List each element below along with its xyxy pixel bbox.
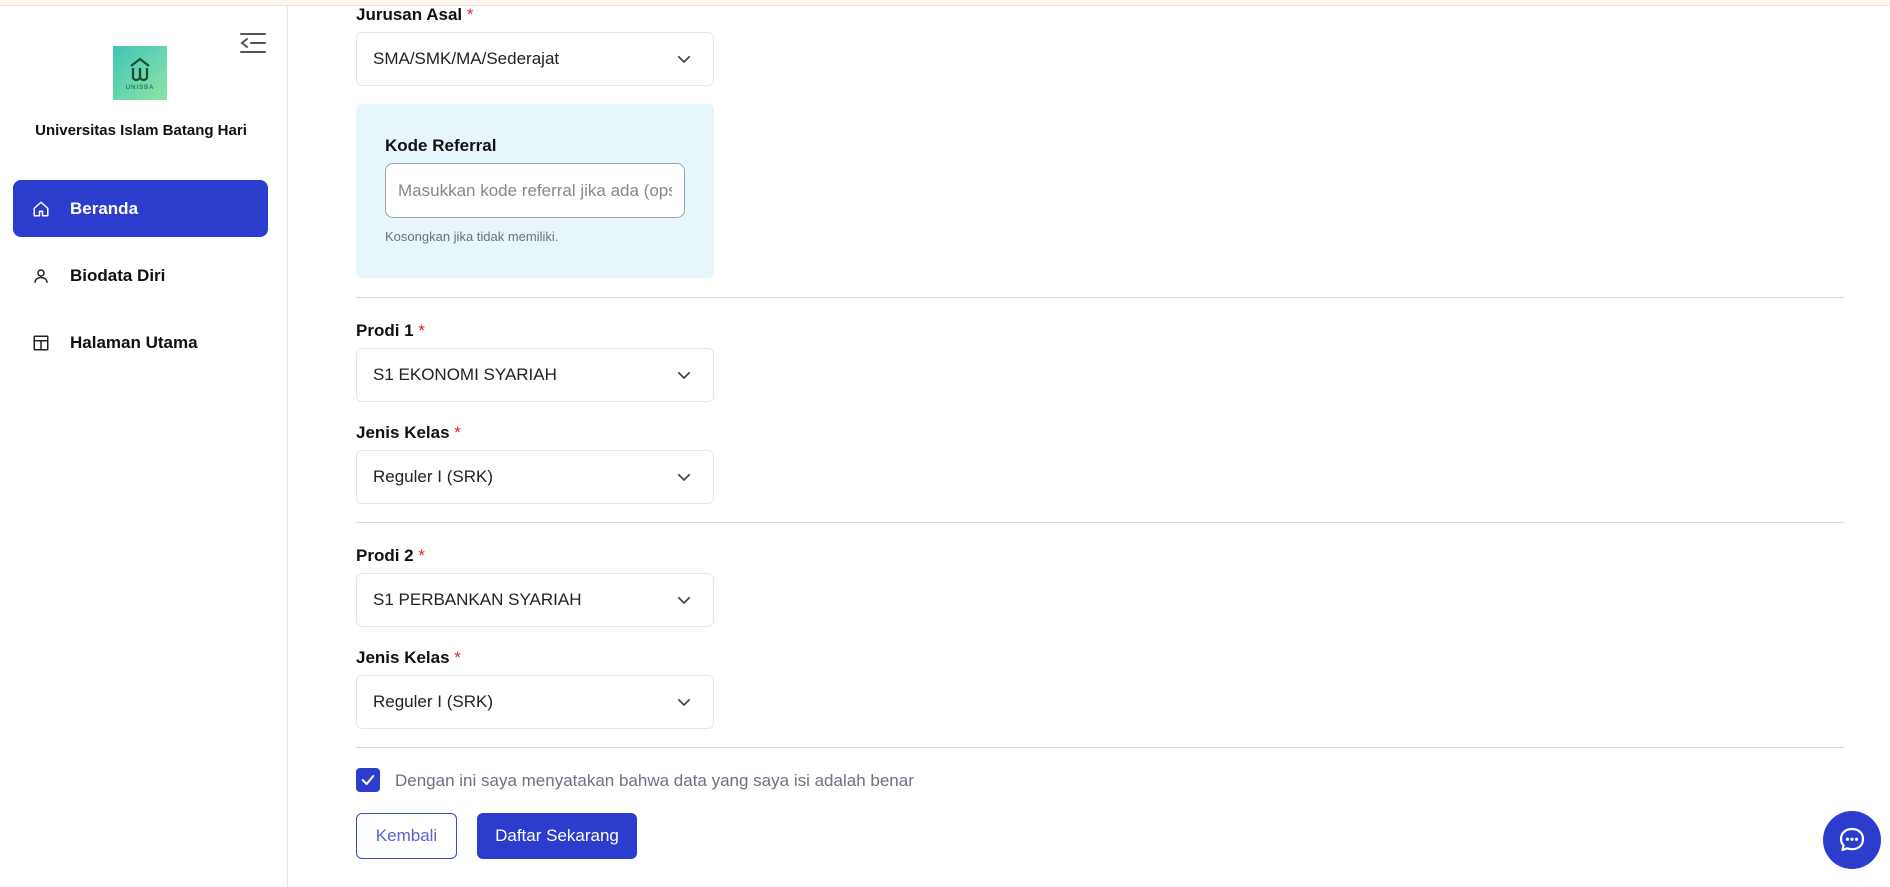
divider bbox=[356, 747, 1844, 748]
back-button[interactable]: Kembali bbox=[356, 813, 457, 859]
required-asterisk: * bbox=[466, 5, 474, 24]
jenis-kelas-1-label: Jenis Kelas * bbox=[356, 423, 461, 442]
prodi-1-select[interactable]: S1 EKONOMI SYARIAH bbox=[356, 348, 714, 402]
agreement-checkbox[interactable] bbox=[356, 768, 380, 792]
sidebar-nav: Beranda Biodata Diri Halaman Utama bbox=[13, 180, 268, 381]
logo-text: UNISBA bbox=[125, 84, 155, 91]
sidebar-item-label: Beranda bbox=[70, 198, 139, 218]
divider bbox=[356, 297, 1844, 298]
register-now-button[interactable]: Daftar Sekarang bbox=[477, 813, 637, 859]
sidebar: UNISBA Universitas Islam Batang Hari Ber… bbox=[0, 6, 288, 887]
home-icon bbox=[31, 199, 51, 219]
select-value: SMA/SMK/MA/Sederajat bbox=[373, 49, 560, 68]
chevron-down-icon bbox=[677, 371, 691, 379]
sidebar-item-halaman-utama[interactable]: Halaman Utama bbox=[13, 314, 268, 371]
chat-icon bbox=[1839, 827, 1865, 852]
jenis-kelas-1-select[interactable]: Reguler I (SRK) bbox=[356, 450, 714, 504]
sidebar-item-label: Halaman Utama bbox=[70, 332, 198, 352]
jurusan-asal-select[interactable]: SMA/SMK/MA/Sederajat bbox=[356, 32, 714, 86]
referral-panel: Kode Referral Kosongkan jika tidak memil… bbox=[356, 104, 714, 278]
select-value: Reguler I (SRK) bbox=[373, 467, 493, 486]
chevron-down-icon bbox=[677, 473, 691, 481]
select-value: S1 PERBANKAN SYARIAH bbox=[373, 590, 582, 609]
prodi-2-select[interactable]: S1 PERBANKAN SYARIAH bbox=[356, 573, 714, 627]
required-asterisk: * bbox=[454, 423, 461, 442]
required-asterisk: * bbox=[454, 648, 461, 667]
chevron-down-icon bbox=[677, 698, 691, 706]
chevron-down-icon bbox=[677, 596, 691, 604]
sidebar-item-beranda[interactable]: Beranda bbox=[13, 180, 268, 237]
prodi-2-label: Prodi 2 * bbox=[356, 546, 425, 565]
layout-icon bbox=[31, 333, 51, 353]
university-name: Universitas Islam Batang Hari bbox=[35, 122, 247, 139]
select-value: Reguler I (SRK) bbox=[373, 692, 493, 711]
select-value: S1 EKONOMI SYARIAH bbox=[373, 365, 557, 384]
user-icon bbox=[31, 266, 51, 286]
chevron-down-icon bbox=[677, 55, 691, 63]
divider bbox=[356, 522, 1844, 523]
prodi-1-label: Prodi 1 * bbox=[356, 321, 425, 340]
referral-title: Kode Referral bbox=[385, 136, 497, 155]
university-logo: UNISBA bbox=[113, 46, 167, 100]
referral-code-input[interactable] bbox=[385, 163, 685, 218]
referral-hint: Kosongkan jika tidak memiliki. bbox=[385, 229, 559, 244]
sidebar-collapse-icon[interactable] bbox=[238, 28, 268, 58]
required-asterisk: * bbox=[418, 321, 425, 340]
chat-button[interactable] bbox=[1823, 811, 1881, 869]
sidebar-item-biodata-diri[interactable]: Biodata Diri bbox=[13, 247, 268, 304]
sidebar-item-label: Biodata Diri bbox=[70, 265, 166, 285]
agreement-text: Dengan ini saya menyatakan bahwa data ya… bbox=[395, 771, 914, 790]
jenis-kelas-2-label: Jenis Kelas * bbox=[356, 648, 461, 667]
required-asterisk: * bbox=[418, 546, 425, 565]
check-icon bbox=[361, 775, 375, 785]
jenis-kelas-2-select[interactable]: Reguler I (SRK) bbox=[356, 675, 714, 729]
jurusan-asal-label: Jurusan Asal * bbox=[356, 5, 474, 24]
